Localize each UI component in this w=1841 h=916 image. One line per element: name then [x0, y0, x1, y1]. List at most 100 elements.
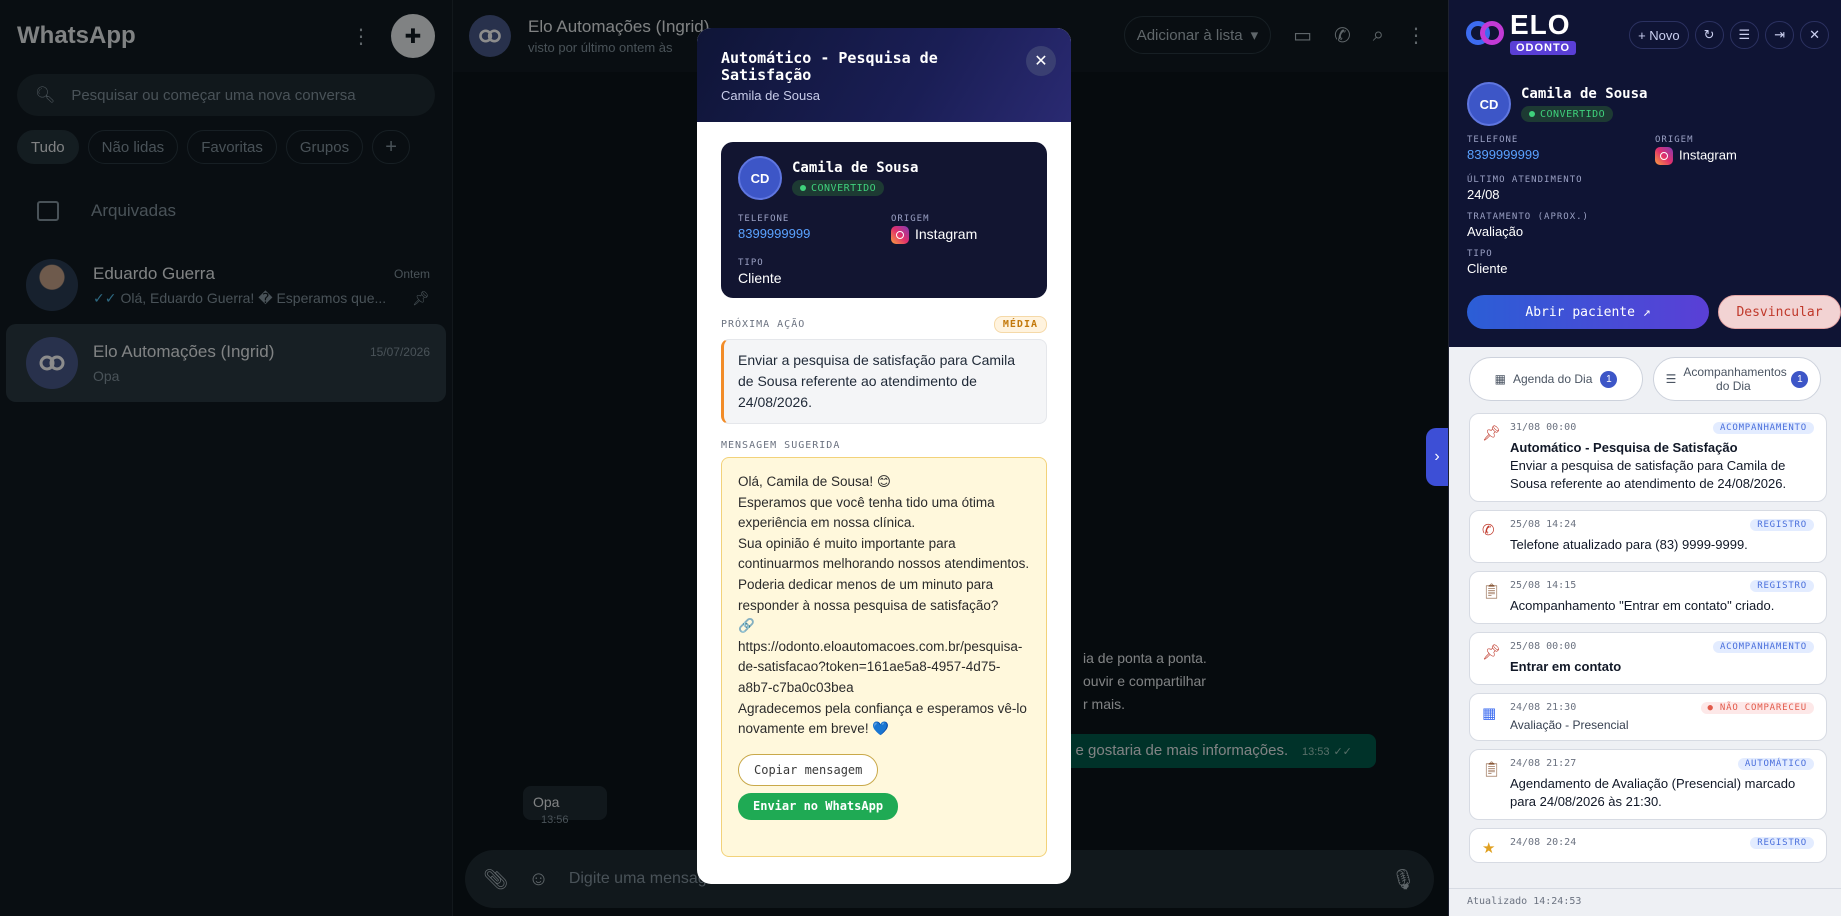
elo-odonto-logo: ELO ODONTO — [1466, 9, 1577, 56]
crm-tabs: ▦ Agenda do Dia 1 ☰ Acompanhamentos do D… — [1449, 347, 1841, 411]
phone-value[interactable]: 8399999999 — [738, 226, 891, 241]
tab-count: 1 — [1600, 370, 1618, 388]
timeline-tag: REGISTRO — [1750, 519, 1814, 531]
origin-label: ORIGEM — [891, 214, 930, 224]
timeline-tag: ACOMPANHAMENTO — [1712, 641, 1814, 653]
panel-toggle-chevron-right-icon[interactable]: › — [1426, 428, 1448, 486]
crm-patient-profile: CD Camila de Sousa CONVERTIDO — [1467, 82, 1647, 126]
timeline-item[interactable]: 📌︎ 25/08 00:00 ACOMPANHAMENTO Entrar em c… — [1469, 632, 1827, 685]
origin-value: Instagram — [1679, 147, 1737, 163]
timeline-item[interactable]: ✆ 25/08 14:24 REGISTRO Telefone atualizad… — [1469, 510, 1827, 563]
updated-at: Atualizado 14:24:53 — [1449, 888, 1841, 916]
tab-acompanhamentos[interactable]: ☰ Acompanhamentos do Dia 1 — [1653, 357, 1821, 401]
phone-label: TELEFONE — [738, 214, 790, 224]
modal-header: Automático - Pesquisa de Satisfação Cami… — [697, 28, 1071, 122]
message-line: Olá, Camila de Sousa! 😊 — [738, 474, 891, 489]
suggested-message-label: MENSAGEM SUGERIDA — [721, 440, 841, 451]
clipboard-icon: 📋︎ — [1482, 761, 1502, 778]
followup-modal: Automático - Pesquisa de Satisfação Cami… — [697, 28, 1071, 884]
origin-value: Instagram — [915, 226, 978, 242]
phone-icon: ✆ — [1482, 522, 1495, 539]
send-whatsapp-button[interactable]: Enviar no WhatsApp — [738, 792, 899, 820]
crm-fields: TELEFONE 8399999999 ORIGEM Instagram ÚLT… — [1467, 135, 1817, 276]
next-action-label: PRÓXIMA AÇÃO — [721, 319, 806, 330]
timeline-date: 25/08 00:00 — [1510, 641, 1577, 652]
tab-label: Agenda do Dia — [1512, 372, 1593, 386]
phone-value[interactable]: 8399999999 — [1467, 147, 1655, 162]
type-label: TIPO — [1467, 249, 1493, 259]
timeline-tag: REGISTRO — [1750, 580, 1814, 592]
logo-subtext: ODONTO — [1510, 41, 1577, 55]
message-line: Esperamos que você tenha tido uma ótima … — [738, 494, 995, 531]
tab-agenda[interactable]: ▦ Agenda do Dia 1 — [1469, 357, 1643, 401]
patient-name: Camila de Sousa — [1521, 86, 1648, 102]
timeline-title: Agendamento de Avaliação (Presencial) ma… — [1510, 776, 1796, 809]
calendar-icon: ▦ — [1494, 372, 1506, 386]
patient-avatar: CD — [738, 156, 782, 200]
message-line: 🔗 https://odonto.eloautomacoes.com.br/pe… — [738, 618, 1023, 695]
logo-mark-icon — [1466, 21, 1506, 47]
crm-side-panel: ELO ODONTO + Novo ↻ ☰ ⇥ ✕ CD Camila de S… — [1448, 0, 1841, 916]
list-icon: ☰ — [1665, 372, 1677, 386]
timeline-desc: Enviar a pesquisa de satisfação para Cam… — [1510, 458, 1787, 491]
list-icon[interactable]: ☰ — [1729, 21, 1760, 49]
message-line: Agradecemos pela confiança e esperamos v… — [738, 700, 1027, 737]
timeline-item[interactable]: 📋︎ 24/08 21:27 AUTOMÁTICO Agendamento de … — [1469, 749, 1827, 820]
timeline-date: 24/08 21:27 — [1510, 758, 1577, 769]
timeline: 📌︎ 31/08 00:00 ACOMPANHAMENTO Automático … — [1469, 413, 1827, 877]
modal-subtitle: Camila de Sousa — [721, 88, 820, 103]
timeline-tag: ● NÃO COMPARECEU — [1700, 702, 1814, 714]
status-text: CONVERTIDO — [1540, 108, 1606, 120]
phone-label: TELEFONE — [1467, 135, 1519, 145]
timeline-title: Entrar em contato — [1510, 659, 1622, 674]
star-icon: ★ — [1482, 840, 1496, 857]
modal-title: Automático - Pesquisa de Satisfação — [721, 49, 938, 84]
refresh-icon[interactable]: ↻ — [1694, 21, 1724, 49]
timeline-date: 25/08 14:15 — [1510, 580, 1577, 591]
patient-card: CD Camila de Sousa CONVERTIDO TELEFONE 8… — [721, 142, 1047, 298]
timeline-tag: ACOMPANHAMENTO — [1712, 422, 1814, 434]
calendar-icon: ▦ — [1482, 705, 1497, 722]
type-value: Cliente — [738, 270, 782, 287]
status-badge: CONVERTIDO — [1521, 106, 1614, 122]
unlink-button[interactable]: Desvincular — [1718, 295, 1841, 329]
treatment-label: TRATAMENTO (APROX.) — [1467, 212, 1589, 222]
status-dot — [1529, 111, 1535, 117]
suggested-message-box: Olá, Camila de Sousa! 😊 Esperamos que vo… — [721, 457, 1047, 857]
copy-message-button[interactable]: Copiar mensagem — [738, 753, 879, 786]
instagram-icon — [891, 226, 909, 245]
status-badge: CONVERTIDO — [792, 180, 885, 196]
tab-count: 1 — [1791, 370, 1809, 388]
crm-header: ELO ODONTO + Novo ↻ ☰ ⇥ ✕ CD Camila de S… — [1449, 0, 1841, 347]
timeline-title: Automático - Pesquisa de Satisfação — [1510, 440, 1738, 455]
pin-icon: 📌︎ — [1482, 425, 1502, 442]
type-value: Cliente — [1467, 261, 1508, 276]
patient-name: Camila de Sousa — [792, 160, 919, 176]
pin-icon: 📌︎ — [1482, 644, 1502, 661]
timeline-date: 25/08 14:24 — [1510, 519, 1577, 530]
treatment-value: Avaliação — [1467, 224, 1524, 239]
logout-icon[interactable]: ⇥ — [1765, 21, 1795, 49]
close-icon[interactable]: ✕ — [1026, 46, 1056, 76]
timeline-title: Telefone atualizado para (83) 9999-9999. — [1510, 537, 1748, 552]
close-icon[interactable]: ✕ — [1800, 21, 1829, 49]
timeline-tag: AUTOMÁTICO — [1737, 758, 1814, 770]
timeline-item[interactable]: 📋︎ 25/08 14:15 REGISTRO Acompanhamento "E… — [1469, 571, 1827, 624]
priority-badge: MÉDIA — [993, 316, 1047, 333]
patient-avatar: CD — [1467, 82, 1511, 126]
timeline-item[interactable]: ★ 24/08 20:24 REGISTRO — [1469, 828, 1827, 863]
instagram-icon — [1655, 147, 1673, 165]
timeline-item[interactable]: ▦ 24/08 21:30 ● NÃO COMPARECEU Avaliação … — [1469, 693, 1827, 741]
new-button[interactable]: + Novo — [1629, 21, 1689, 49]
logo-text: ELO — [1510, 9, 1571, 40]
tab-label: Acompanhamentos do Dia — [1683, 365, 1787, 393]
timeline-date: 24/08 20:24 — [1510, 837, 1577, 848]
timeline-item[interactable]: 📌︎ 31/08 00:00 ACOMPANHAMENTO Automático … — [1469, 413, 1827, 502]
timeline-date: 24/08 21:30 — [1510, 702, 1577, 713]
open-patient-button[interactable]: Abrir paciente ↗ — [1467, 295, 1709, 329]
status-text: CONVERTIDO — [811, 182, 877, 194]
timeline-title: Avaliação - Presencial — [1510, 718, 1629, 732]
type-label: TIPO — [738, 258, 764, 269]
origin-label: ORIGEM — [1655, 135, 1694, 145]
crm-tools: + Novo ↻ ☰ ⇥ ✕ — [1629, 21, 1829, 49]
